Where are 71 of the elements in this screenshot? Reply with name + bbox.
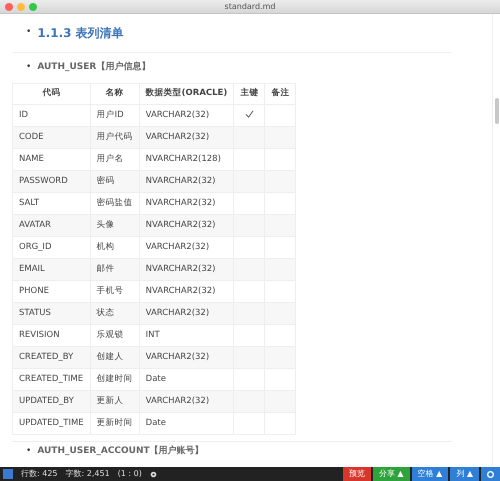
section-heading: 1.1.3 表列清单 bbox=[37, 25, 124, 42]
sidebar-toggle-icon[interactable] bbox=[3, 469, 13, 479]
close-button[interactable] bbox=[5, 2, 13, 10]
column-header: 主键 bbox=[234, 83, 265, 104]
table-cell: NVARCHAR2(32) bbox=[139, 170, 234, 192]
table-cell: PHONE bbox=[12, 280, 90, 302]
table-cell: 乐观锁 bbox=[90, 324, 140, 346]
line-count: 行数: 425 bbox=[21, 468, 58, 480]
table-cell: 手机号 bbox=[90, 280, 140, 302]
table-cell: VARCHAR2(32) bbox=[139, 236, 234, 258]
column-header: 数据类型(ORACLE) bbox=[139, 83, 234, 104]
table-cell: AVATAR bbox=[12, 214, 90, 236]
table-cell: VARCHAR2(32) bbox=[139, 126, 234, 148]
table-cell: ID bbox=[12, 104, 90, 126]
word-count: 字数: 2,451 bbox=[66, 468, 110, 480]
table-cell: 创建人 bbox=[90, 346, 140, 368]
table-cell: NVARCHAR2(32) bbox=[139, 214, 234, 236]
settings-icon[interactable] bbox=[150, 470, 157, 478]
table-cell: 状态 bbox=[90, 302, 140, 324]
table-cell: NVARCHAR2(32) bbox=[139, 192, 234, 214]
table-cell: 更新时间 bbox=[90, 412, 140, 434]
table-cell: NAME bbox=[12, 148, 90, 170]
table-cell: NVARCHAR2(32) bbox=[139, 258, 234, 280]
table-cell: 密码盐值 bbox=[90, 192, 140, 214]
table-cell: CODE bbox=[12, 126, 90, 148]
status-button[interactable]: 预览 bbox=[342, 467, 371, 481]
table-cell: 用户名 bbox=[90, 148, 140, 170]
table-cell: NVARCHAR2(128) bbox=[139, 148, 234, 170]
table-cell: CREATED_BY bbox=[12, 346, 90, 368]
table-cell: UPDATED_BY bbox=[12, 390, 90, 412]
table-cell: VARCHAR2(32) bbox=[139, 104, 234, 126]
maximize-button[interactable] bbox=[29, 2, 37, 10]
table-cell: VARCHAR2(32) bbox=[139, 390, 234, 412]
table-cell: 用户ID bbox=[90, 104, 140, 126]
column-header: 代码 bbox=[12, 83, 90, 104]
table-cell: VARCHAR2(32) bbox=[139, 302, 234, 324]
table-cell: ORG_ID bbox=[12, 236, 90, 258]
table-cell: NVARCHAR2(32) bbox=[139, 280, 234, 302]
table-cell: Date bbox=[139, 412, 234, 434]
window-title: standard.md bbox=[224, 2, 276, 10]
table-cell: 创建时间 bbox=[90, 368, 140, 390]
bullet: • bbox=[26, 61, 32, 74]
table-cell: 用户代码 bbox=[90, 126, 140, 148]
table-cell: 机构 bbox=[90, 236, 140, 258]
table-cell: EMAIL bbox=[12, 258, 90, 280]
bullet: • bbox=[26, 26, 32, 40]
minimize-button[interactable] bbox=[17, 2, 25, 10]
column-header: 备注 bbox=[264, 83, 296, 104]
table-cell: VARCHAR2(32) bbox=[139, 346, 234, 368]
settings-button[interactable] bbox=[481, 467, 500, 481]
status-button[interactable]: 列 ▲ bbox=[450, 467, 479, 481]
table-cell: 密码 bbox=[90, 170, 140, 192]
table-title: AUTH_USER【用户信息】 bbox=[37, 62, 150, 74]
table-cell: CREATED_TIME bbox=[12, 368, 90, 390]
cursor-position: (1 : 0) bbox=[118, 468, 142, 480]
table-cell: PASSWORD bbox=[12, 170, 90, 192]
table-cell: UPDATED_TIME bbox=[12, 412, 90, 434]
status-button[interactable]: 空格 ▲ bbox=[412, 467, 448, 481]
status-button[interactable]: 分享 ▲ bbox=[372, 467, 410, 481]
table-cell: SALT bbox=[12, 192, 90, 214]
table-cell: 头像 bbox=[90, 214, 140, 236]
bullet: • bbox=[26, 444, 32, 458]
table-cell: INT bbox=[139, 324, 234, 346]
table-cell: Date bbox=[139, 368, 234, 390]
table-title: AUTH_USER_ACCOUNT【用户账号】 bbox=[37, 446, 204, 457]
scrollbar[interactable] bbox=[492, 14, 500, 467]
table-cell: REVISION bbox=[12, 324, 90, 346]
table-cell: 邮件 bbox=[90, 258, 140, 280]
table-cell: STATUS bbox=[12, 302, 90, 324]
column-header: 名称 bbox=[90, 83, 140, 104]
table-cell: 更新人 bbox=[90, 390, 140, 412]
